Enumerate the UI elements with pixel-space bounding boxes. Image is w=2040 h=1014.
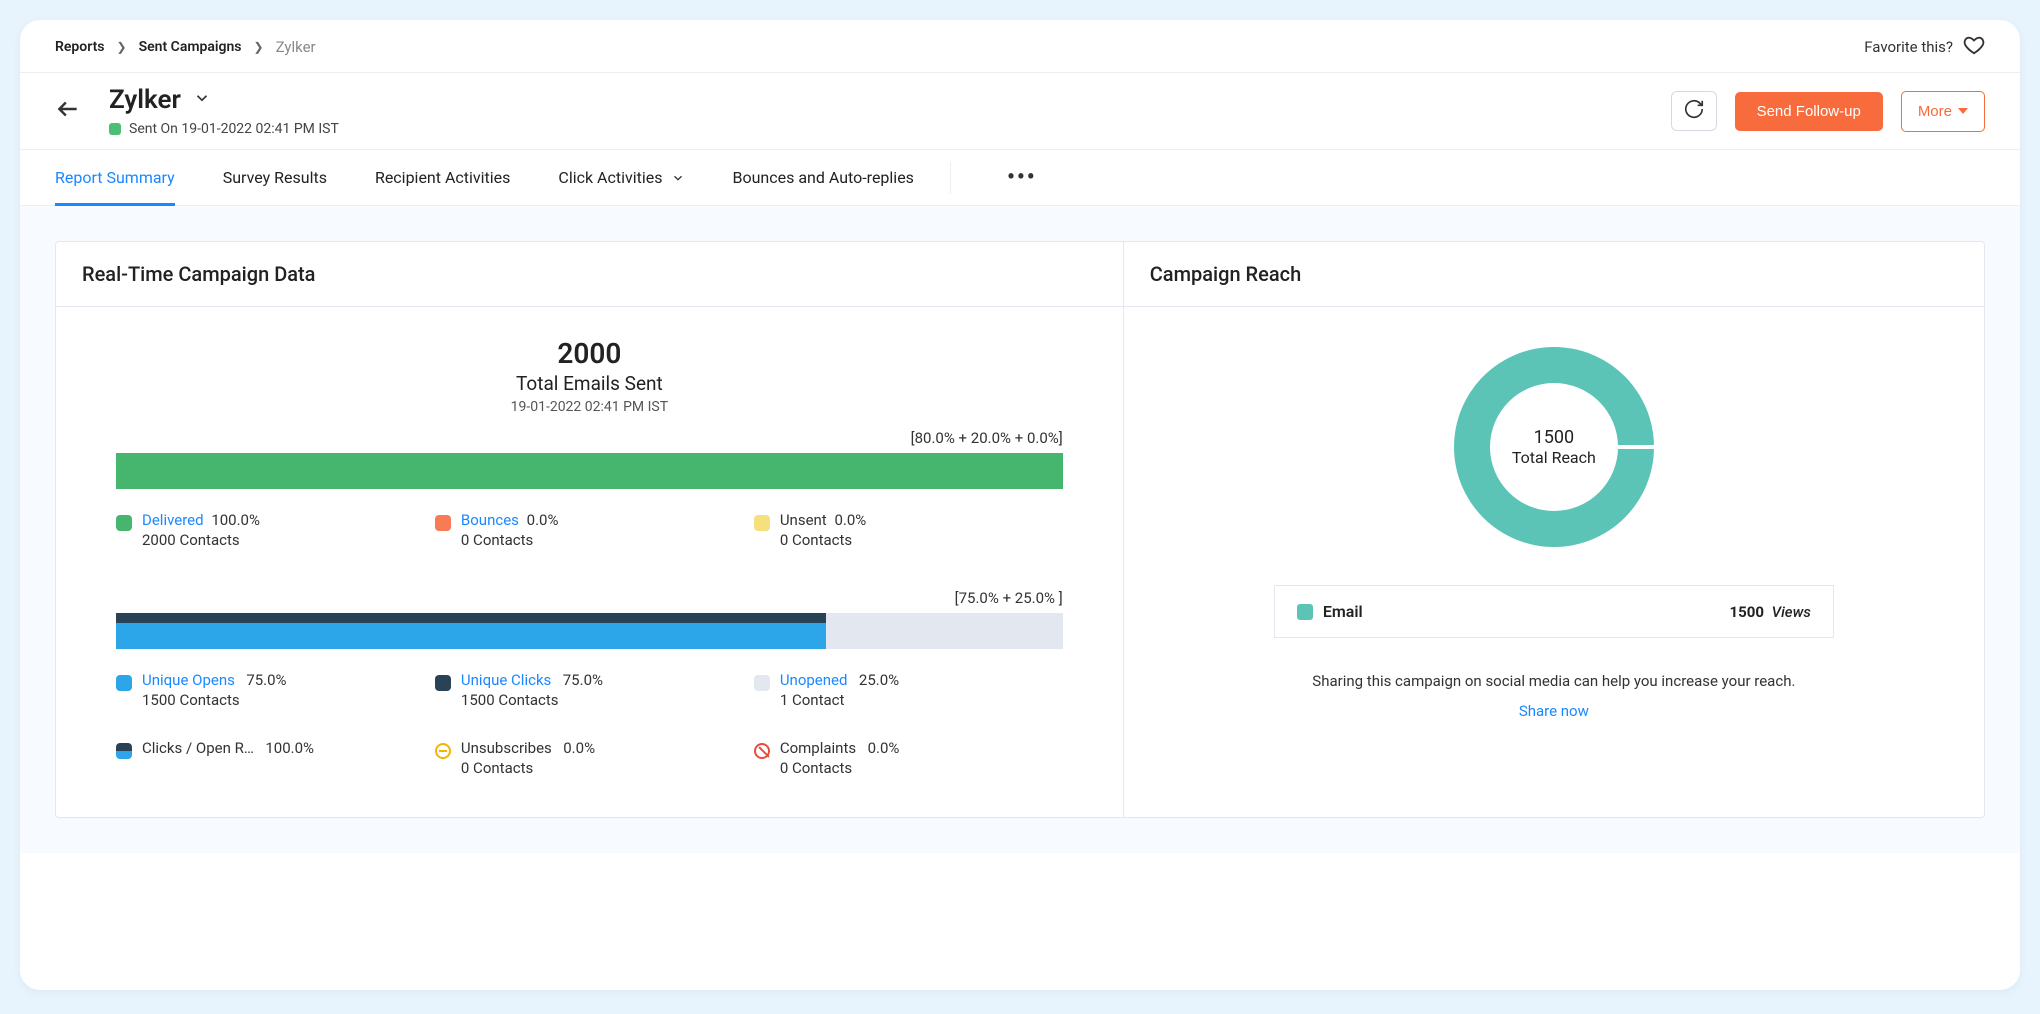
swatch-icon (116, 743, 132, 759)
delivery-bar-delivered (116, 453, 1063, 489)
swatch-icon (116, 515, 132, 531)
metric-complaints[interactable]: Complaints 0.0% 0 Contacts (754, 739, 1063, 777)
total-emails-date: 19-01-2022 02:41 PM IST (116, 399, 1063, 415)
tab-bounces-autoreplies[interactable]: Bounces and Auto-replies (733, 150, 914, 205)
engagement-bar-opens (116, 623, 826, 649)
engagement-bar-caption: [75.0% + 25.0% ] (116, 589, 1063, 607)
chevron-right-icon: ❯ (117, 40, 127, 54)
metric-unsubscribes[interactable]: Unsubscribes 0.0% 0 Contacts (435, 739, 744, 777)
engagement-bar-clicks (116, 613, 826, 623)
metric-unsent[interactable]: Unsent 0.0% 0 Contacts (754, 511, 1063, 549)
breadcrumb: Reports ❯ Sent Campaigns ❯ Zylker (55, 38, 316, 56)
swatch-icon (1297, 604, 1313, 620)
swatch-icon (754, 675, 770, 691)
tab-survey-results[interactable]: Survey Results (223, 150, 327, 205)
app-window: Reports ❯ Sent Campaigns ❯ Zylker Favori… (20, 20, 2020, 990)
breadcrumb-bar: Reports ❯ Sent Campaigns ❯ Zylker Favori… (20, 20, 2020, 73)
campaign-reach-card: Campaign Reach 1500 Total Reach Email (1123, 241, 1985, 818)
tab-bar: Report Summary Survey Results Recipient … (20, 150, 2020, 206)
reach-donut-chart: 1500 Total Reach (1454, 347, 1654, 547)
engagement-bar-chart (116, 613, 1063, 649)
sent-status: Sent On 19-01-2022 02:41 PM IST (109, 121, 339, 137)
send-followup-button[interactable]: Send Follow-up (1735, 92, 1883, 131)
page-title: Zylker (109, 85, 181, 115)
total-emails-block: 2000 Total Emails Sent 19-01-2022 02:41 … (116, 337, 1063, 415)
complaint-icon (754, 743, 770, 759)
total-emails-label: Total Emails Sent (116, 372, 1063, 395)
reach-channel-label: Email (1323, 602, 1363, 621)
swatch-icon (435, 515, 451, 531)
favorite-label: Favorite this? (1864, 38, 1953, 56)
metric-click-open-rate[interactable]: Clicks / Open R… 100.0% (116, 739, 425, 777)
reach-views-word: Views (1772, 603, 1811, 621)
status-dot-icon (109, 123, 121, 135)
more-label: More (1918, 103, 1952, 120)
metric-unique-opens[interactable]: Unique Opens 75.0% 1500 Contacts (116, 671, 425, 709)
tab-divider (950, 162, 951, 194)
breadcrumb-reports[interactable]: Reports (55, 39, 105, 55)
metric-unique-clicks[interactable]: Unique Clicks 75.0% 1500 Contacts (435, 671, 744, 709)
reach-channel-row: Email 1500 Views (1274, 585, 1834, 638)
more-button[interactable]: More (1901, 91, 1985, 132)
tab-recipient-activities[interactable]: Recipient Activities (375, 150, 510, 205)
favorite-this[interactable]: Favorite this? (1864, 34, 1985, 60)
chevron-down-icon[interactable] (193, 89, 211, 111)
reach-title: Campaign Reach (1124, 242, 1984, 307)
metric-delivered[interactable]: Delivered 100.0% 2000 Contacts (116, 511, 425, 549)
metric-bounces[interactable]: Bounces 0.0% 0 Contacts (435, 511, 744, 549)
delivery-bar-chart (116, 453, 1063, 489)
tab-report-summary[interactable]: Report Summary (55, 150, 175, 205)
swatch-icon (754, 515, 770, 531)
metric-unopened[interactable]: Unopened 25.0% 1 Contact (754, 671, 1063, 709)
tab-overflow-button[interactable]: ••• (999, 165, 1045, 190)
share-now-link[interactable]: Share now (1519, 702, 1589, 720)
reach-donut-label: Total Reach (1512, 448, 1596, 467)
heart-icon[interactable] (1963, 34, 1985, 60)
unsubscribe-icon (435, 743, 451, 759)
title-row: Zylker Sent On 19-01-2022 02:41 PM IST S… (20, 73, 2020, 150)
swatch-icon (116, 675, 132, 691)
reach-views-value: 1500 (1730, 603, 1764, 621)
donut-notch (1618, 445, 1656, 449)
tab-click-activities[interactable]: Click Activities (558, 150, 684, 205)
breadcrumb-sent-campaigns[interactable]: Sent Campaigns (139, 39, 242, 55)
chevron-down-icon (671, 171, 685, 185)
total-emails-value: 2000 (116, 337, 1063, 370)
breadcrumb-current: Zylker (276, 38, 316, 56)
caret-down-icon (1958, 108, 1968, 114)
reach-hint-text: Sharing this campaign on social media ca… (1312, 672, 1795, 690)
reach-donut-value: 1500 (1534, 427, 1574, 448)
realtime-title: Real-Time Campaign Data (56, 242, 1123, 307)
chevron-right-icon: ❯ (254, 40, 264, 54)
back-arrow-icon[interactable] (55, 96, 81, 126)
refresh-button[interactable] (1671, 91, 1717, 131)
realtime-campaign-card: Real-Time Campaign Data 2000 Total Email… (55, 241, 1123, 818)
swatch-icon (435, 675, 451, 691)
content-area: Real-Time Campaign Data 2000 Total Email… (20, 206, 2020, 853)
delivery-bar-caption: [80.0% + 20.0% + 0.0%] (116, 429, 1063, 447)
refresh-icon (1683, 98, 1705, 124)
engagement-bar-unopened (826, 623, 1063, 649)
